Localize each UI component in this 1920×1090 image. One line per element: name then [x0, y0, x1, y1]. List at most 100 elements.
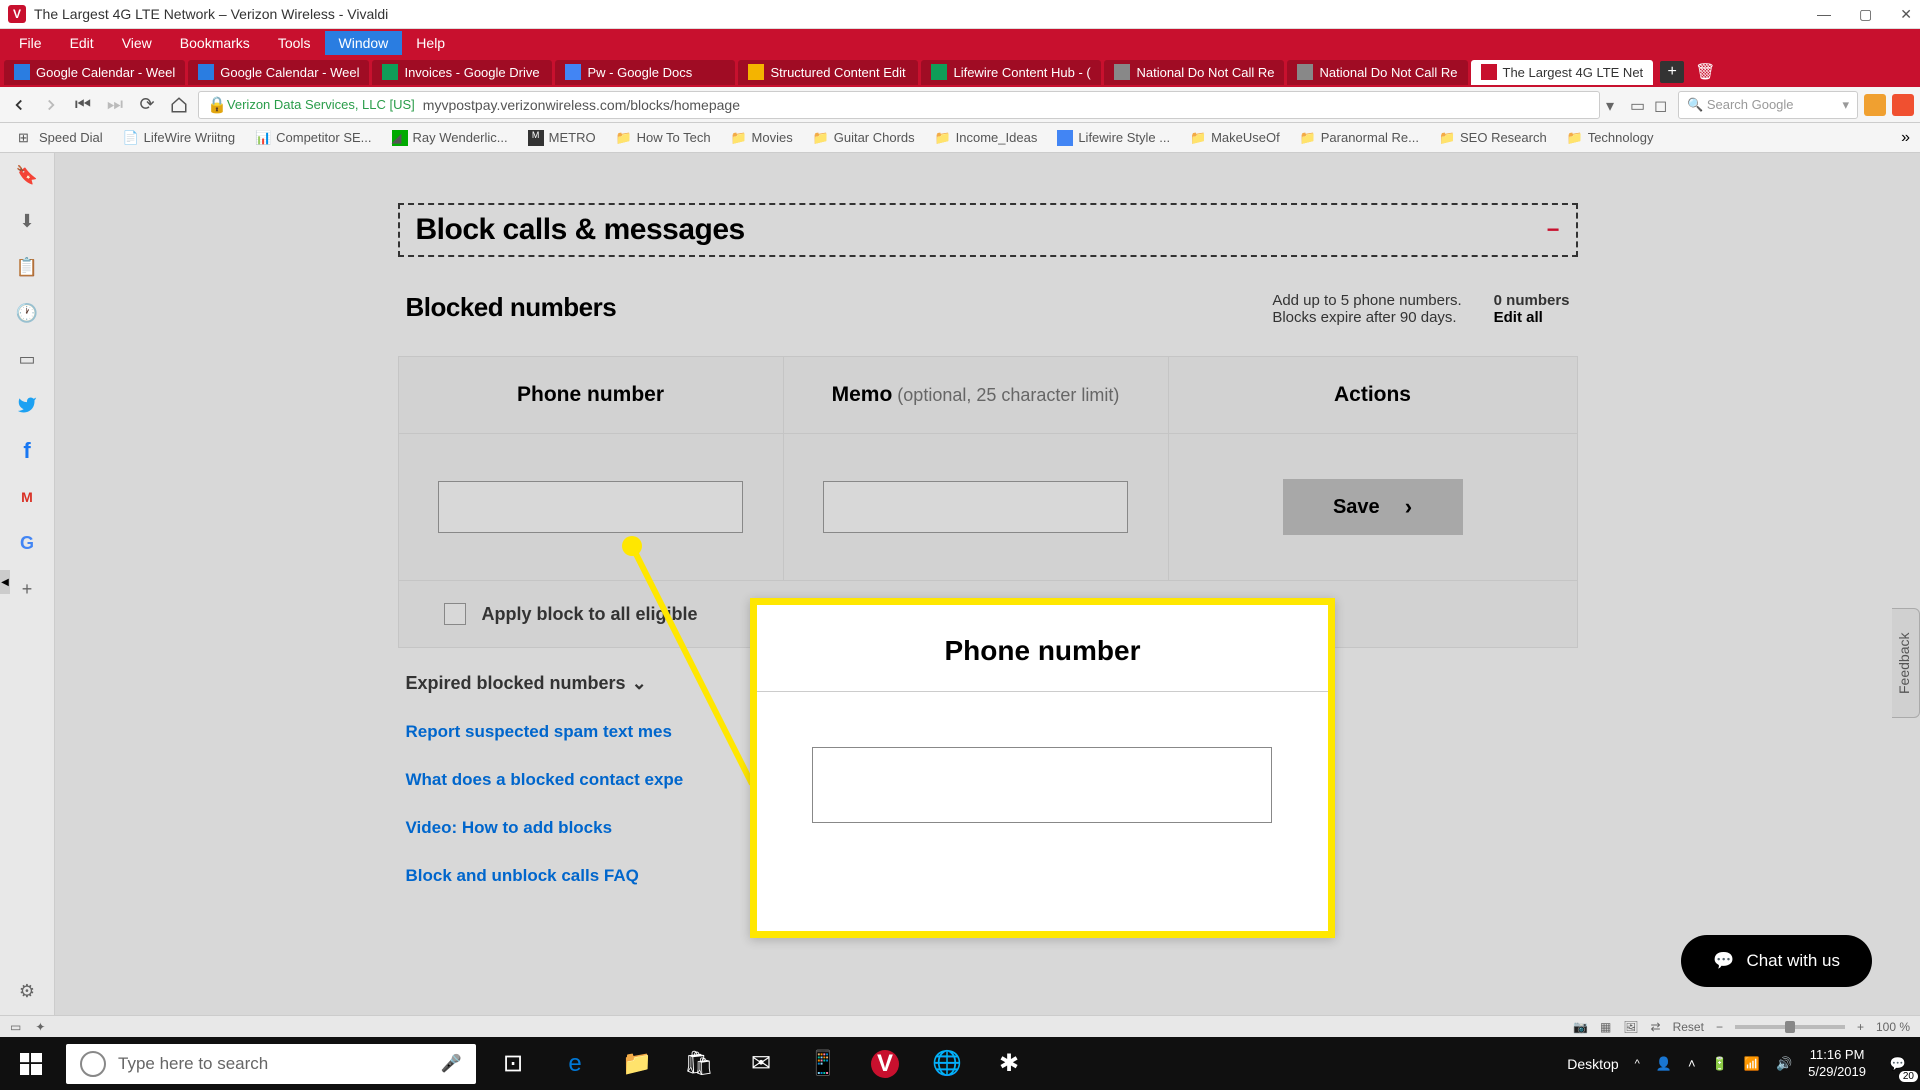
back-button[interactable] [6, 92, 32, 118]
status-icon[interactable]: ✦ [35, 1020, 45, 1034]
menu-view[interactable]: View [108, 31, 166, 55]
edge-icon[interactable]: e [544, 1037, 606, 1090]
app-icon[interactable]: 📱 [792, 1037, 854, 1090]
app-icon[interactable]: ✱ [978, 1037, 1040, 1090]
menu-edit[interactable]: Edit [56, 31, 108, 55]
bookmarks-overflow[interactable]: » [1901, 129, 1910, 147]
bookmark-item[interactable]: MMETRO [520, 127, 604, 149]
collapse-icon[interactable]: − [1547, 217, 1560, 243]
browser-tab[interactable]: National Do Not Call Re [1287, 60, 1467, 85]
panel-collapse[interactable]: ◀ [0, 570, 10, 594]
fastforward-button[interactable]: ⏭ [102, 92, 128, 118]
tray-up-icon[interactable]: ˄ [1688, 1056, 1696, 1071]
home-button[interactable] [166, 92, 192, 118]
edit-all-link[interactable]: Edit all [1494, 309, 1543, 326]
search-field[interactable]: 🔍 Search Google ▾ [1678, 91, 1858, 119]
browser-tab[interactable]: Invoices - Google Drive [372, 60, 552, 85]
start-button[interactable] [0, 1037, 62, 1090]
bookmarks-panel-icon[interactable]: 🔖 [15, 163, 39, 187]
browser-tab[interactable]: Pw - Google Docs [555, 60, 735, 85]
facebook-panel-icon[interactable]: f [15, 439, 39, 463]
explorer-icon[interactable]: 📁 [606, 1037, 668, 1090]
store-icon[interactable]: 🛍 [668, 1037, 730, 1090]
reader-icon[interactable]: ▭ [1630, 96, 1648, 114]
zoom-out[interactable]: − [1716, 1020, 1723, 1034]
people-icon[interactable]: 👤 [1656, 1056, 1672, 1072]
notifications-icon[interactable]: 💬20 [1882, 1048, 1914, 1080]
images-icon[interactable]: 🖼 [1623, 1020, 1638, 1034]
history-panel-icon[interactable]: 🕐 [15, 301, 39, 325]
bookmark-item[interactable]: 📁MakeUseOf [1182, 127, 1288, 149]
bookmark-item[interactable]: 📁Paranormal Re... [1292, 127, 1427, 149]
google-panel-icon[interactable]: G [15, 531, 39, 555]
bookmark-item[interactable]: 📁SEO Research [1431, 127, 1555, 149]
microphone-icon[interactable]: 🎤 [441, 1054, 462, 1074]
battery-icon[interactable]: 🔋 [1712, 1056, 1728, 1072]
extension-icon[interactable] [1892, 94, 1914, 116]
bookmark-item[interactable]: 📁How To Tech [608, 127, 719, 149]
browser-tab[interactable]: Structured Content Edit [738, 60, 918, 85]
task-view-icon[interactable]: ⊡ [482, 1037, 544, 1090]
browser-tab[interactable]: Google Calendar - Weel [188, 60, 369, 85]
tile-icon[interactable]: ▦ [1600, 1020, 1611, 1034]
menu-help[interactable]: Help [402, 31, 459, 55]
rewind-button[interactable]: ⏮ [70, 92, 96, 118]
extension-icon[interactable] [1864, 94, 1886, 116]
apply-checkbox[interactable] [444, 603, 466, 625]
minimize-button[interactable]: — [1817, 6, 1831, 23]
volume-icon[interactable]: 🔊 [1776, 1056, 1792, 1072]
vivaldi-icon[interactable]: V [854, 1037, 916, 1090]
bookmark-icon[interactable]: ◻ [1654, 96, 1672, 114]
twitter-panel-icon[interactable] [15, 393, 39, 417]
toggle-icon[interactable]: ⇄ [1651, 1020, 1661, 1034]
bookmark-item[interactable]: 📁Income_Ideas [927, 127, 1046, 149]
clock[interactable]: 11:16 PM 5/29/2019 [1808, 1047, 1866, 1081]
browser-tab[interactable]: National Do Not Call Re [1104, 60, 1284, 85]
menu-window[interactable]: Window [325, 31, 403, 55]
closed-tabs-button[interactable]: 🗑 [1695, 62, 1715, 82]
menu-tools[interactable]: Tools [264, 31, 325, 55]
close-button[interactable]: ✕ [1900, 6, 1912, 23]
dropdown-icon[interactable]: ▾ [1606, 96, 1624, 114]
notes-panel-icon[interactable]: 📋 [15, 255, 39, 279]
bookmark-item[interactable]: 📁Movies [723, 127, 801, 149]
zoom-slider[interactable] [1735, 1025, 1845, 1029]
settings-icon[interactable]: ⚙ [15, 979, 39, 1003]
menu-file[interactable]: File [5, 31, 56, 55]
new-tab-button[interactable]: + [1660, 61, 1684, 83]
tray-up-icon[interactable]: ^ [1635, 1058, 1640, 1070]
phone-input[interactable] [438, 481, 743, 533]
callout-phone-input[interactable] [812, 747, 1272, 823]
add-panel-icon[interactable]: + [15, 577, 39, 601]
menu-bookmarks[interactable]: Bookmarks [166, 31, 264, 55]
zoom-in[interactable]: + [1857, 1020, 1864, 1034]
save-button[interactable]: Save › [1283, 479, 1463, 535]
bookmark-item[interactable]: 📁Technology [1559, 127, 1662, 149]
bookmark-item[interactable]: 📁Guitar Chords [805, 127, 923, 149]
browser-tab[interactable]: Google Calendar - Weel [4, 60, 185, 85]
chrome-icon[interactable]: 🌐 [916, 1037, 978, 1090]
window-panel-icon[interactable]: ▭ [15, 347, 39, 371]
status-icon[interactable]: ▭ [10, 1020, 21, 1034]
bookmark-item[interactable]: 📄LifeWire Wriitng [115, 127, 244, 149]
chat-button[interactable]: 💬 Chat with us [1681, 935, 1872, 987]
mail-icon[interactable]: ✉ [730, 1037, 792, 1090]
feedback-tab[interactable]: Feedback [1892, 608, 1920, 718]
reload-button[interactable]: ⟳ [134, 92, 160, 118]
memo-input[interactable] [823, 481, 1128, 533]
wifi-icon[interactable]: 📶 [1744, 1056, 1760, 1072]
browser-tab-active[interactable]: The Largest 4G LTE Net [1471, 60, 1654, 85]
bookmark-item[interactable]: ◢Ray Wenderlic... [384, 127, 516, 149]
url-field[interactable]: 🔒 Verizon Data Services, LLC [US] myvpos… [198, 91, 1600, 119]
desktop-label[interactable]: Desktop [1567, 1056, 1618, 1072]
zoom-reset[interactable]: Reset [1673, 1020, 1704, 1034]
browser-tab[interactable]: Lifewire Content Hub - ( [921, 60, 1101, 85]
forward-button[interactable] [38, 92, 64, 118]
section-header[interactable]: Block calls & messages − [398, 203, 1578, 257]
downloads-panel-icon[interactable]: ⬇ [15, 209, 39, 233]
gmail-panel-icon[interactable]: M [15, 485, 39, 509]
bookmark-item[interactable]: Lifewire Style ... [1049, 127, 1178, 149]
bookmark-item[interactable]: 📊Competitor SE... [247, 127, 379, 149]
bookmark-item[interactable]: ⊞Speed Dial [10, 127, 111, 149]
maximize-button[interactable]: ▢ [1859, 6, 1872, 23]
